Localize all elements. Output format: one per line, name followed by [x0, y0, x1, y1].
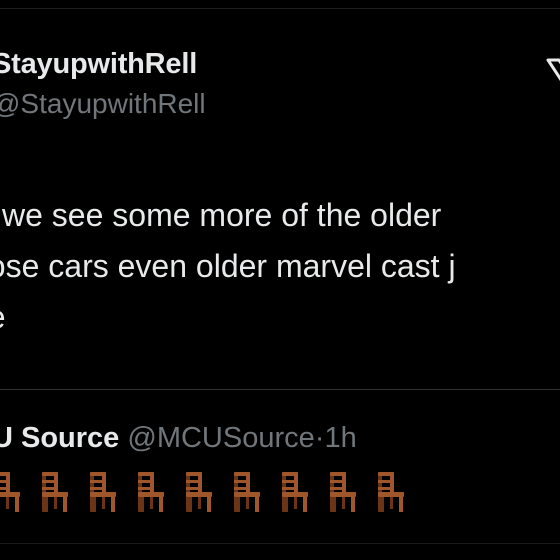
- tweet-text-line: hose cars even older marvel cast j: [0, 248, 456, 284]
- quoted-tweet-header[interactable]: U Source @MCUSource·1h: [0, 422, 357, 455]
- tweet-text: ly we see some more of the older hose ca…: [0, 190, 560, 343]
- x-logo-icon[interactable]: [544, 56, 560, 96]
- chair-icon: [378, 472, 404, 512]
- divider: [0, 389, 560, 390]
- author-display-name[interactable]: StayupwithRell: [0, 48, 197, 81]
- author-handle[interactable]: @StayupwithRell: [0, 88, 206, 120]
- bottom-border: [0, 543, 560, 544]
- chair-icon: [330, 472, 356, 512]
- chair-icon: [42, 472, 68, 512]
- quoted-author-name[interactable]: U Source: [0, 422, 119, 454]
- tweet-page: StayupwithRell @StayupwithRell ly we see…: [0, 0, 560, 560]
- chair-icon: [138, 472, 164, 512]
- chair-icon: [0, 472, 20, 512]
- chair-icon: [90, 472, 116, 512]
- top-border: [0, 0, 560, 9]
- chair-icon: [186, 472, 212, 512]
- quoted-tweet-emoji-row: [0, 470, 406, 514]
- tweet-text-line: ly we see some more of the older: [0, 197, 442, 233]
- quoted-author-handle[interactable]: @MCUSource: [127, 422, 314, 454]
- chair-icon: [234, 472, 260, 512]
- separator-dot: ·: [314, 422, 325, 454]
- chair-icon: [282, 472, 308, 512]
- quoted-timestamp[interactable]: 1h: [324, 422, 356, 454]
- tweet-text-line: ne: [0, 292, 560, 343]
